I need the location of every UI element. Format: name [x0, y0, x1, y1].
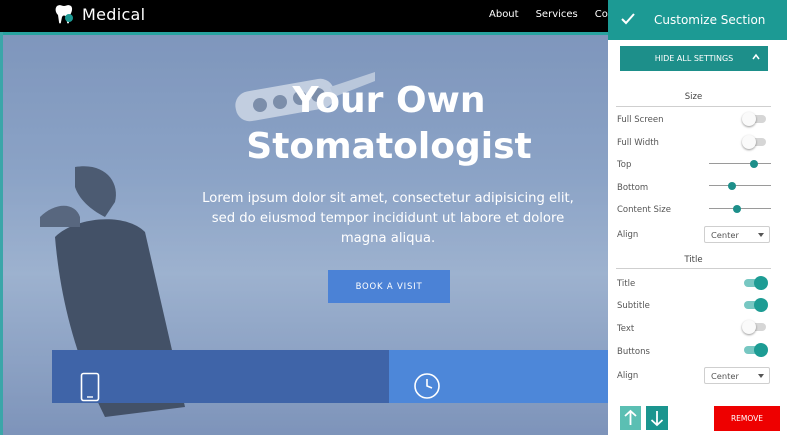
chevron-down-icon — [758, 233, 764, 237]
hide-all-settings-button[interactable]: HIDE ALL SETTINGS — [620, 46, 768, 71]
hero-subtitle: Lorem ipsum dolor sit amet, consectetur … — [178, 189, 598, 249]
align-size-label: Align — [617, 230, 639, 240]
align-size-value: Center — [711, 230, 739, 240]
hero-title-line-2: Stomatologist — [246, 126, 532, 167]
align-size-select[interactable]: Center — [704, 226, 770, 243]
hide-all-settings-label: HIDE ALL SETTINGS — [654, 54, 734, 63]
subtitle-toggle-label: Subtitle — [617, 301, 650, 311]
hero-subtitle-line-2: sed do eiusmod tempor incididunt ut labo… — [211, 211, 565, 226]
chevron-down-icon — [758, 374, 764, 378]
full-width-toggle[interactable] — [742, 135, 768, 149]
subtitle-toggle[interactable] — [742, 298, 768, 312]
chevron-up-icon — [752, 53, 760, 60]
title-toggle-label: Title — [617, 279, 636, 289]
buttons-toggle-label: Buttons — [617, 347, 650, 357]
hero-title: Your Own Stomatologist — [150, 78, 628, 170]
nav-link-contacts[interactable]: Co — [595, 9, 608, 20]
bottom-label: Bottom — [617, 183, 649, 193]
size-section-divider — [616, 106, 771, 107]
brand-name: Medical — [82, 4, 146, 24]
hero-title-line-1: Your Own — [292, 80, 486, 121]
content-size-slider[interactable] — [709, 204, 771, 214]
panel-title: Customize Section — [654, 13, 766, 27]
panel-header: Customize Section — [608, 0, 787, 40]
top-slider[interactable] — [709, 159, 771, 169]
nav-link-about[interactable]: About — [489, 9, 519, 20]
move-up-button[interactable] — [620, 406, 641, 430]
nav-links: About Services Co — [489, 9, 608, 20]
text-toggle[interactable] — [742, 320, 768, 334]
screen: Medical About Services Co Your Own Stoma… — [0, 0, 787, 435]
check-icon[interactable] — [620, 11, 636, 27]
content-size-label: Content Size — [617, 205, 671, 215]
full-width-label: Full Width — [617, 138, 659, 148]
align-title-value: Center — [711, 371, 739, 381]
bottom-slider[interactable] — [709, 181, 771, 191]
feature-card-1 — [52, 350, 389, 403]
hero-left-border — [0, 32, 3, 435]
remove-button[interactable]: REMOVE — [714, 406, 780, 431]
hero-top-border — [0, 32, 608, 35]
full-screen-toggle[interactable] — [742, 112, 768, 126]
nav-link-services[interactable]: Services — [536, 9, 578, 20]
arrow-up-icon — [624, 409, 637, 425]
align-title-select[interactable]: Center — [704, 367, 770, 384]
phone-icon — [80, 372, 100, 402]
arrow-down-icon — [650, 411, 664, 427]
align-title-label: Align — [617, 371, 639, 381]
full-screen-label: Full Screen — [617, 115, 664, 125]
clock-icon — [414, 373, 440, 399]
tooth-logo-icon — [55, 5, 73, 24]
title-toggle[interactable] — [742, 276, 768, 290]
buttons-toggle[interactable] — [742, 343, 768, 357]
hero-subtitle-line-1: Lorem ipsum dolor sit amet, consectetur … — [202, 191, 574, 206]
brand-logo[interactable]: Medical — [52, 3, 145, 25]
book-a-visit-button[interactable]: BOOK A VISIT — [328, 270, 450, 303]
title-section-divider — [616, 268, 771, 269]
title-section-label: Title — [684, 255, 703, 265]
move-down-button[interactable] — [646, 406, 668, 430]
text-toggle-label: Text — [617, 324, 635, 334]
customize-panel: Customize Section HIDE ALL SETTINGS Size… — [608, 0, 787, 435]
top-label: Top — [617, 160, 632, 170]
size-section-label: Size — [684, 92, 703, 102]
hero-subtitle-line-3: magna aliqua. — [340, 231, 436, 246]
